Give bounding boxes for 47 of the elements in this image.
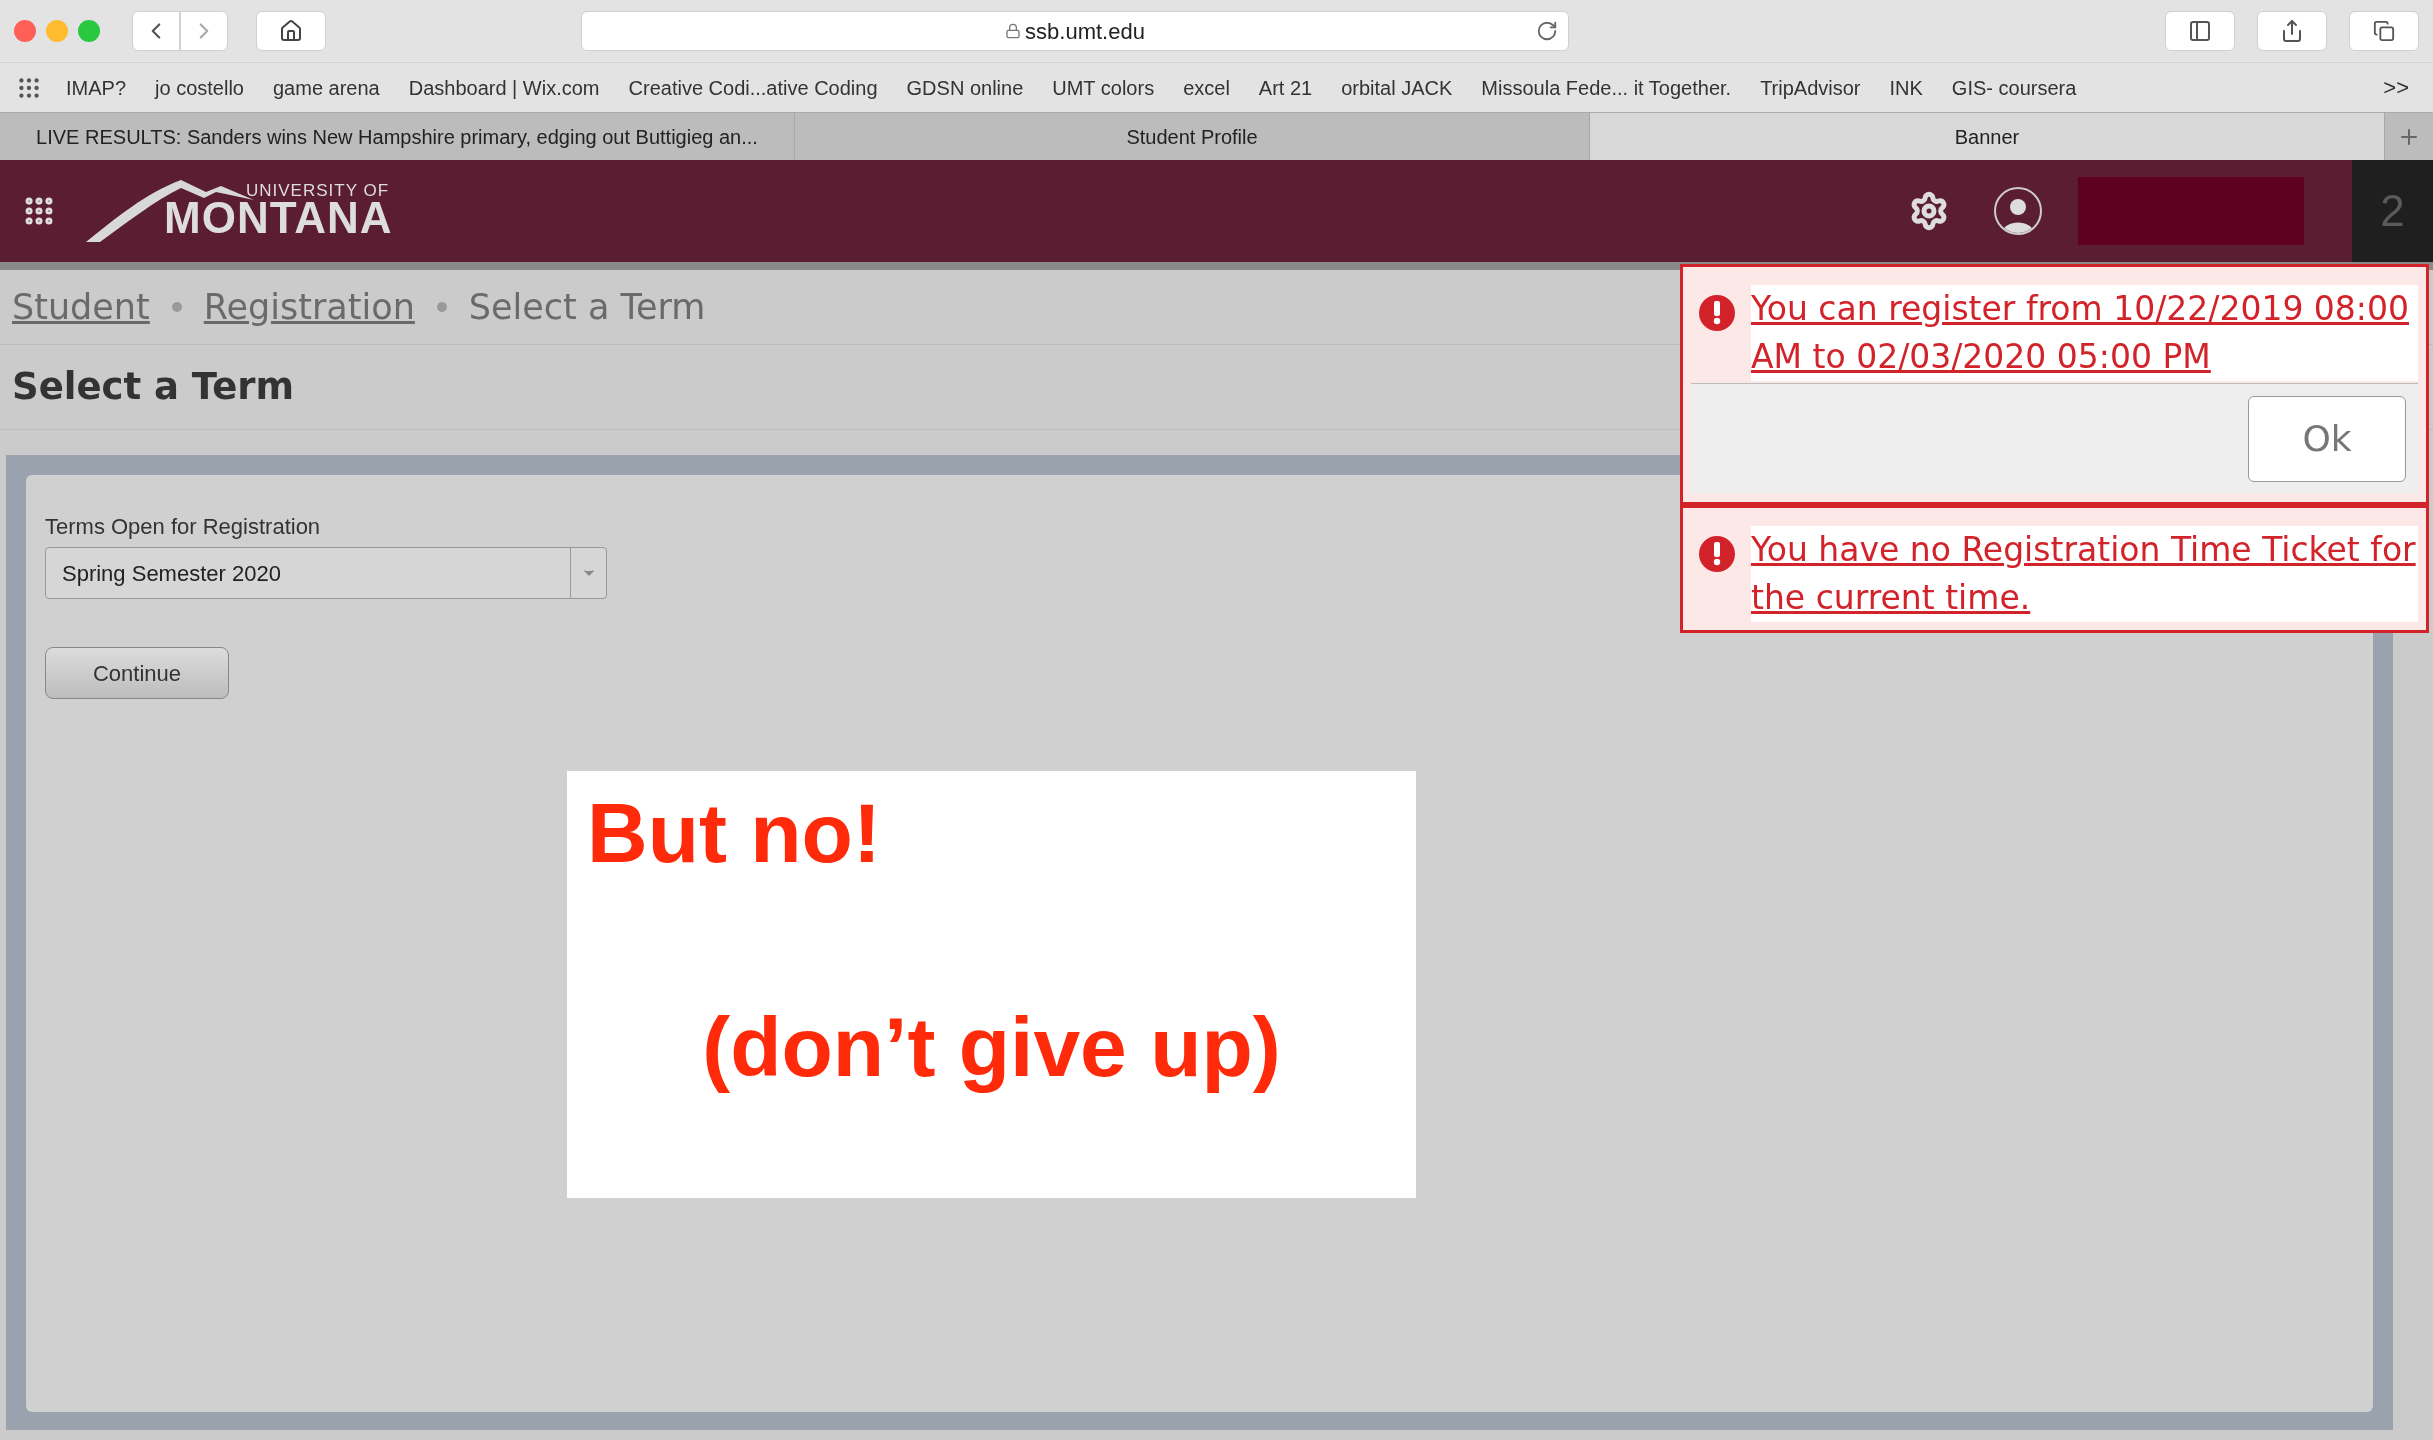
tabs-overview-button[interactable] — [2349, 11, 2419, 51]
user-avatar-icon[interactable] — [1994, 187, 2042, 235]
address-bar[interactable]: ssb.umt.edu — [581, 11, 1569, 51]
sidebar-icon — [2188, 19, 2212, 43]
back-button[interactable] — [132, 11, 180, 51]
share-icon — [2280, 19, 2304, 43]
breadcrumb-separator-icon — [171, 302, 182, 312]
term-dropdown-value: Spring Semester 2020 — [61, 559, 282, 588]
bookmark-link[interactable]: Art 21 — [1258, 72, 1313, 103]
bookmark-link[interactable]: IMAP? — [66, 72, 127, 103]
more-bookmarks-button[interactable]: >> — [2383, 71, 2417, 104]
share-button[interactable] — [2257, 11, 2327, 51]
error-icon — [1699, 295, 1735, 331]
bookmark-link[interactable]: orbital JACK — [1341, 72, 1453, 103]
reload-icon[interactable] — [1536, 20, 1558, 42]
ok-button[interactable]: Ok — [2248, 396, 2406, 482]
overlapping-squares-icon — [2373, 20, 2395, 42]
notification-count: 2 — [2380, 185, 2405, 237]
error-message-link[interactable]: You have no Registration Time Ticket for the current time. — [1751, 526, 2418, 622]
annotation-title: But no! — [587, 791, 882, 875]
lock-icon — [1005, 23, 1022, 39]
bookmark-link[interactable]: GIS- coursera — [1951, 72, 2077, 103]
bookmark-link[interactable]: jo costello — [155, 72, 244, 103]
bookmark-link[interactable]: Missoula Fede... it Together. — [1481, 72, 1732, 103]
continue-button[interactable]: Continue — [45, 647, 229, 699]
error-message-link[interactable]: You can register from 10/22/2019 08:00 AM to 02/03/2020 05:00 PM — [1751, 285, 2418, 381]
bookmark-link[interactable]: GDSN online — [906, 72, 1024, 103]
browser-tab[interactable]: Banner — [1590, 113, 2385, 160]
bookmark-link[interactable]: INK — [1889, 72, 1923, 103]
bookmark-link[interactable]: Dashboard | Wix.com — [408, 72, 600, 103]
bookmark-link[interactable]: UMT colors — [1052, 72, 1155, 103]
bookmark-link[interactable]: TripAdvisor — [1760, 72, 1861, 103]
bookmark-link[interactable]: excel — [1183, 72, 1230, 103]
university-logo[interactable]: UNIVERSITY OF MONTANA — [86, 176, 406, 246]
page-title: Select a Term — [12, 364, 295, 411]
sidebar-button[interactable] — [2165, 11, 2235, 51]
breadcrumb-separator-icon — [436, 302, 447, 312]
bookmark-link[interactable]: game arena — [272, 72, 380, 103]
home-button[interactable] — [256, 11, 326, 51]
address-text: ssb.umt.edu — [1025, 17, 1145, 46]
home-icon — [279, 19, 303, 43]
settings-icon[interactable] — [1909, 191, 1949, 231]
term-dropdown[interactable]: Spring Semester 2020 — [45, 547, 607, 599]
field-label: Terms Open for Registration — [45, 513, 322, 541]
error-icon — [1699, 536, 1735, 572]
breadcrumb-current: Select a Term — [468, 285, 706, 329]
bookmark-link[interactable]: Creative Codi...ative Coding — [628, 72, 878, 103]
